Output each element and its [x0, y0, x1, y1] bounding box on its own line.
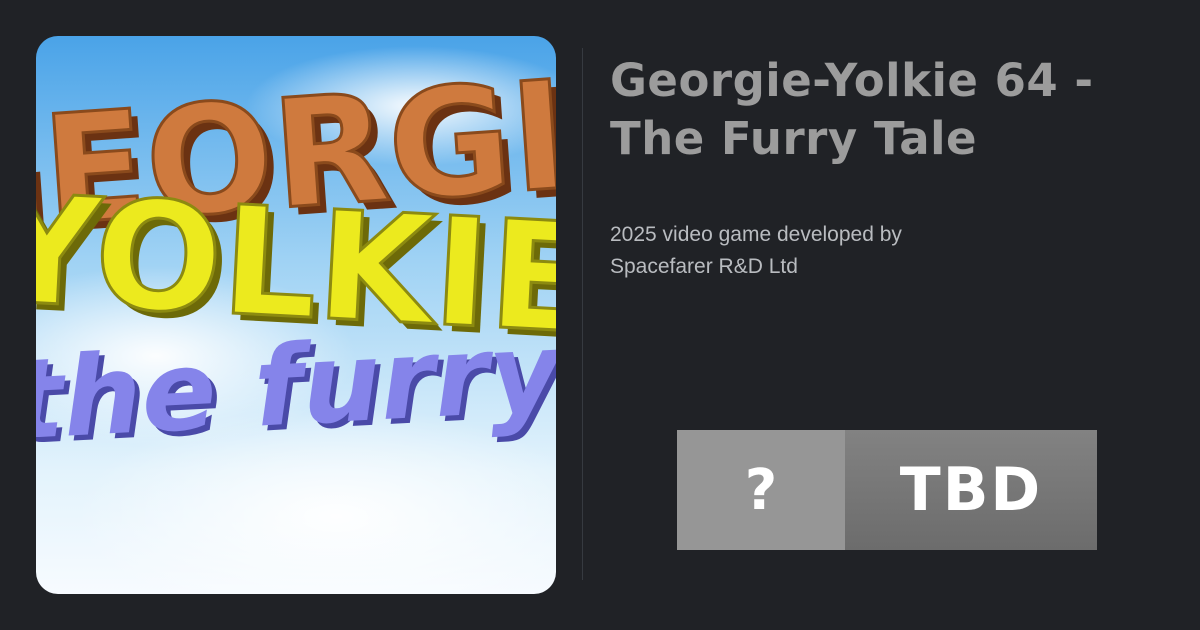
game-description: 2025 video game developed by Spacefarer … — [610, 219, 970, 283]
game-description-line2: Spacefarer R&D Ltd — [610, 255, 798, 278]
divider — [582, 48, 583, 580]
game-logo-art: GEORGIE GEORGIE YOLKIE YOLKIE the furry … — [36, 41, 556, 594]
score-badge: ? TBD — [677, 430, 1097, 550]
game-title-line2: The Furry Tale — [610, 112, 978, 165]
game-description-line1: 2025 video game developed by — [610, 223, 902, 246]
user-score-unknown: ? — [677, 430, 845, 550]
game-title: Georgie-Yolkie 64 - The Furry Tale — [610, 52, 1200, 168]
game-cover-image: GEORGIE GEORGIE YOLKIE YOLKIE the furry … — [36, 36, 556, 594]
critic-score-tbd: TBD — [845, 430, 1097, 550]
game-title-line1: Georgie-Yolkie 64 - — [610, 54, 1094, 107]
